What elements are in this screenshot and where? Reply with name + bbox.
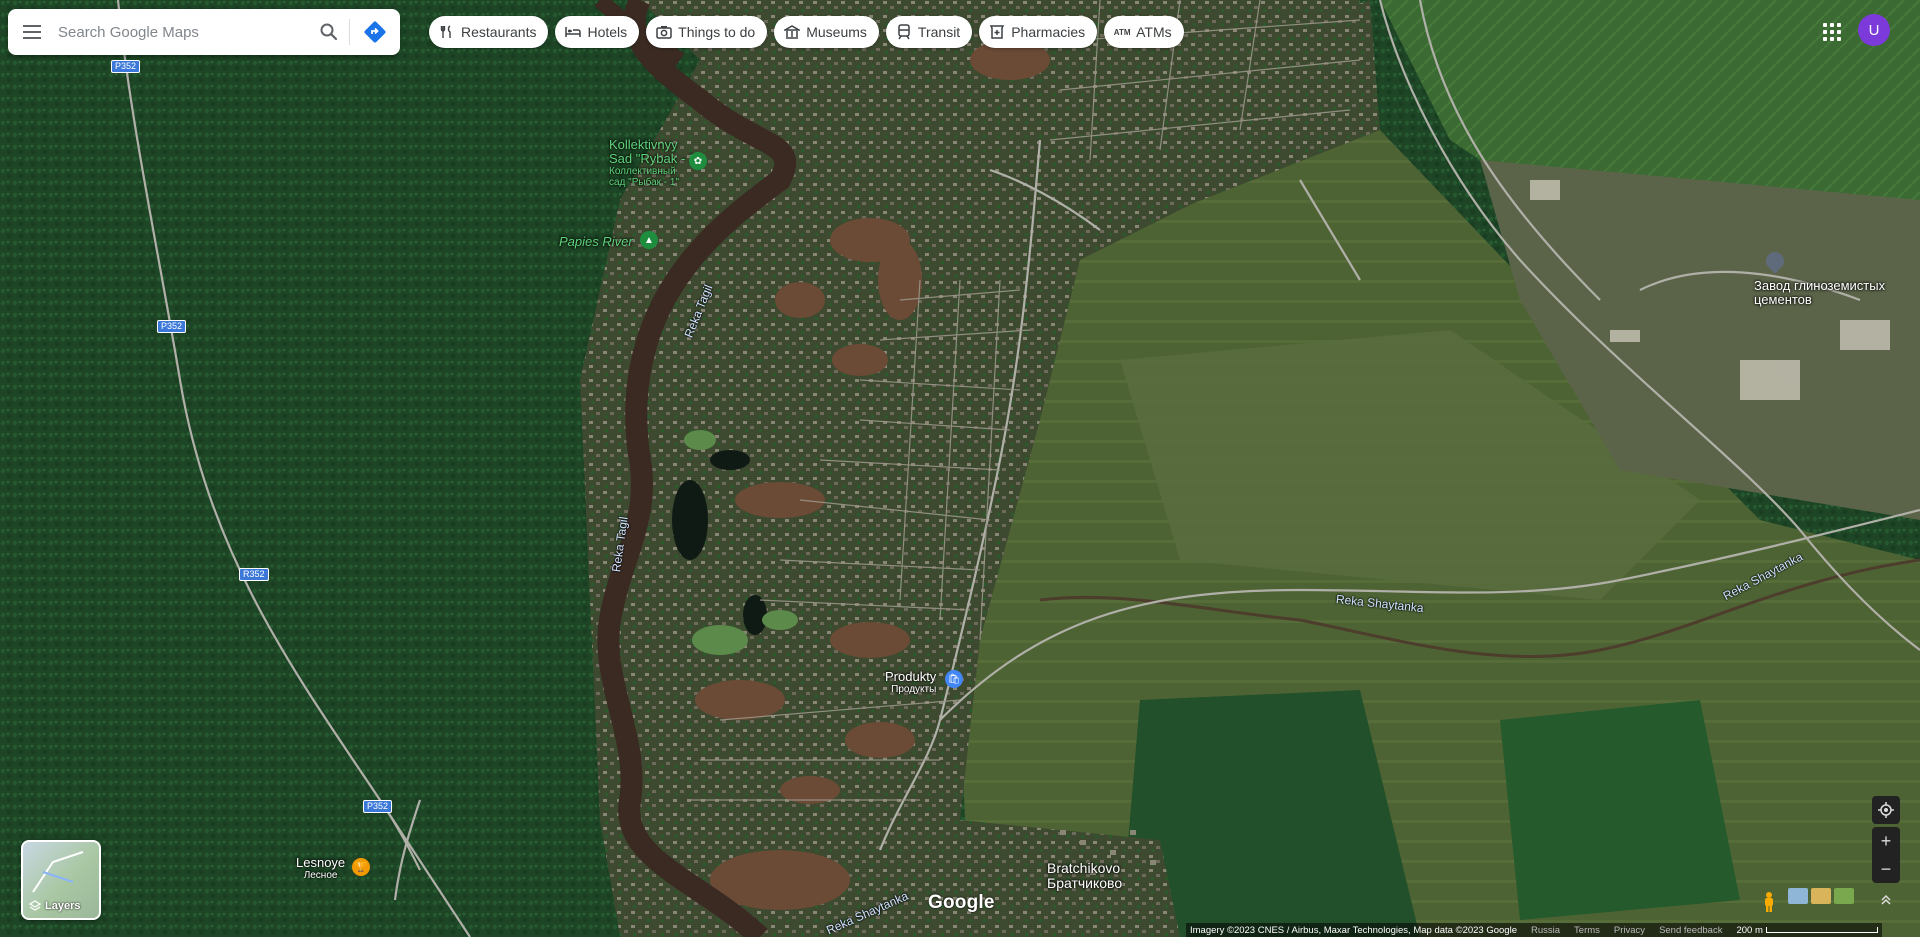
- search-box: [8, 9, 400, 55]
- zoom-in-button[interactable]: +: [1872, 827, 1900, 855]
- layers-label: Layers: [29, 900, 80, 912]
- footer-link-country[interactable]: Russia: [1531, 925, 1560, 936]
- chip-pharmacies[interactable]: Pharmacies: [979, 16, 1098, 48]
- chip-things-to-do[interactable]: Things to do: [646, 16, 768, 48]
- zoom-out-button[interactable]: −: [1872, 855, 1900, 883]
- pharmacy-icon: [989, 24, 1005, 40]
- scale-bar[interactable]: 200 m: [1736, 925, 1878, 936]
- bed-icon: [565, 24, 582, 40]
- map-imagery: [0, 0, 1920, 937]
- map-type-thumb[interactable]: [1834, 888, 1854, 904]
- map-type-thumb[interactable]: [1811, 888, 1831, 904]
- chip-restaurants[interactable]: Restaurants: [429, 16, 549, 48]
- park-pin-icon[interactable]: ✿: [689, 152, 707, 170]
- account-avatar[interactable]: U: [1858, 14, 1890, 46]
- layers-button[interactable]: Layers: [21, 840, 101, 920]
- camera-icon: [656, 24, 672, 40]
- park-pin-icon[interactable]: ▲: [640, 231, 658, 249]
- search-button[interactable]: [309, 9, 349, 55]
- attribution-text: Imagery ©2023 CNES / Airbus, Maxar Techn…: [1190, 924, 1517, 936]
- place-lesnoye[interactable]: Lesnoye Лесное: [296, 856, 345, 882]
- chip-transit[interactable]: Transit: [885, 16, 973, 48]
- place-produkty[interactable]: Produkty Продукты: [885, 670, 936, 696]
- footer-link-feedback[interactable]: Send feedback: [1659, 925, 1722, 936]
- category-chips: Restaurants Hotels Things to do Museums …: [429, 16, 1184, 48]
- crosshair-icon: [1878, 802, 1894, 818]
- train-icon: [896, 24, 912, 40]
- search-input[interactable]: [56, 11, 309, 53]
- shopping-pin-icon[interactable]: 🛍: [945, 670, 963, 688]
- woodland-patch: [1500, 700, 1740, 920]
- fork-knife-icon: [439, 24, 455, 40]
- place-cement-plant[interactable]: Завод глиноземистых цементов: [1754, 279, 1885, 307]
- map-footer: Imagery ©2023 CNES / Airbus, Maxar Techn…: [1186, 923, 1882, 937]
- chip-museums[interactable]: Museums: [774, 16, 879, 48]
- directions-icon: [364, 21, 386, 43]
- expand-chevron-icon[interactable]: [1872, 888, 1900, 912]
- search-icon: [320, 23, 338, 41]
- satellite-map[interactable]: Р352 Р352 R352 Р352 Kollektivnyy Sad "Ry…: [0, 0, 1920, 937]
- trophy-pin-icon[interactable]: 🏆: [352, 858, 370, 876]
- google-logo: Google: [928, 892, 995, 913]
- menu-button[interactable]: [8, 9, 56, 55]
- road-shield: Р352: [363, 800, 393, 813]
- museum-icon: [784, 24, 801, 40]
- place-bratchikovo[interactable]: Bratchikovo Братчиково: [1047, 861, 1122, 891]
- road-shield: Р352: [157, 320, 187, 333]
- directions-button[interactable]: [350, 9, 400, 55]
- apps-grid-icon[interactable]: [1818, 18, 1842, 42]
- map-type-thumb[interactable]: [1788, 888, 1808, 904]
- layers-preview: [32, 851, 84, 893]
- footer-link-privacy[interactable]: Privacy: [1614, 925, 1645, 936]
- layers-icon: [29, 900, 41, 911]
- road-shield: Р352: [111, 60, 141, 73]
- place-papies-river[interactable]: Papies River: [559, 235, 633, 249]
- chip-atms[interactable]: ATM ATMs: [1104, 16, 1184, 48]
- map-type-thumbnails: [1788, 888, 1854, 904]
- my-location-button[interactable]: [1872, 796, 1900, 824]
- road-shield: R352: [239, 568, 269, 581]
- chip-hotels[interactable]: Hotels: [555, 16, 640, 48]
- atm-icon: ATM: [1113, 27, 1131, 37]
- pegman-icon[interactable]: [1757, 888, 1781, 916]
- place-kollektivnyy[interactable]: Kollektivnyy Sad "Rybak - 1" Коллективны…: [609, 138, 701, 189]
- footer-link-terms[interactable]: Terms: [1574, 925, 1600, 936]
- menu-icon: [23, 25, 41, 39]
